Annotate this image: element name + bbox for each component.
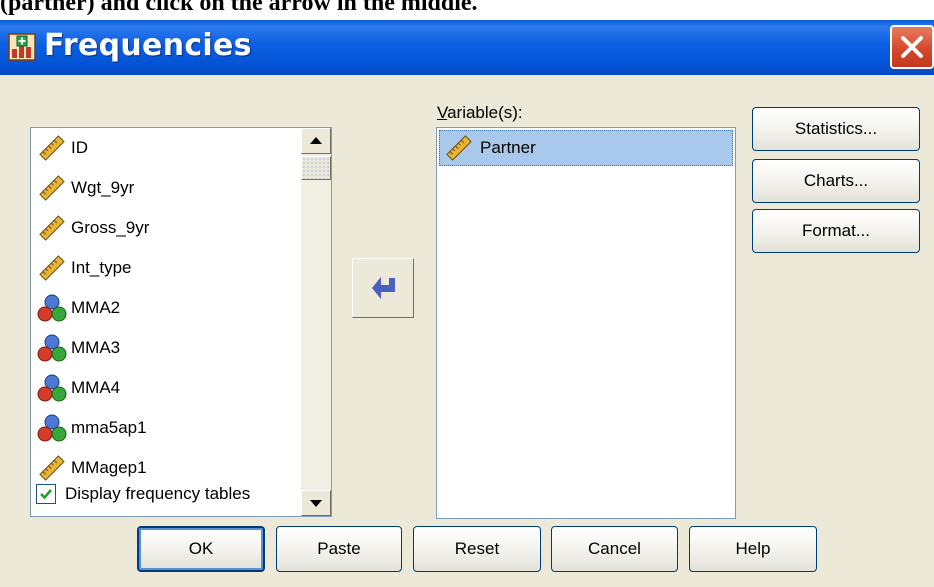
scale-ruler-icon [39, 215, 65, 241]
scale-ruler-icon [446, 135, 472, 161]
charts-button-label: Charts... [803, 171, 869, 190]
vertical-scrollbar[interactable] [301, 128, 331, 516]
nominal-balls-icon [37, 294, 67, 322]
dialog-body: ID Wgt_9yr Gross_9yr Int_type MMA2 MMA3 MMA4 mm… [0, 75, 934, 587]
reset-button[interactable]: Reset [413, 526, 541, 572]
target-variable-list[interactable]: Partner [436, 127, 736, 519]
format-button-label: Format... [801, 221, 870, 240]
list-item[interactable]: Wgt_9yr [31, 168, 301, 208]
list-item[interactable]: Int_type [31, 248, 301, 288]
target-item-label: Partner [480, 138, 536, 157]
list-item[interactable]: ID [31, 128, 301, 168]
list-item-label: Wgt_9yr [71, 178, 135, 197]
context-text-strip: (partner) and click on the arrow in the … [0, 0, 934, 20]
close-button[interactable] [890, 25, 934, 69]
arrow-left-icon [372, 277, 395, 299]
nominal-balls-icon [37, 374, 67, 402]
help-button[interactable]: Help [689, 526, 817, 572]
checkbox-label: Display frequency tables [65, 484, 251, 503]
ok-button[interactable]: OK [137, 526, 265, 572]
statistics-button-label: Statistics... [794, 119, 878, 138]
scale-ruler-icon [39, 135, 65, 161]
frequencies-app-icon [8, 33, 36, 61]
help-button-label: Help [735, 539, 771, 558]
list-item[interactable]: mma5ap1 [31, 408, 301, 448]
scale-ruler-icon [39, 175, 65, 201]
move-variable-button[interactable] [352, 258, 414, 318]
variables-label-text: ariable(s): [447, 103, 523, 122]
variables-label: Variable(s): [437, 103, 523, 123]
nominal-balls-icon [37, 414, 67, 442]
scroll-down-icon [310, 500, 322, 507]
charts-button[interactable]: Charts... [752, 159, 920, 203]
scroll-down-button[interactable] [301, 490, 331, 516]
close-icon [901, 36, 923, 58]
format-button[interactable]: Format... [752, 209, 920, 253]
scroll-thumb[interactable] [301, 156, 331, 180]
list-item-label: MMA3 [71, 338, 121, 357]
cancel-button-label: Cancel [588, 539, 641, 558]
scale-ruler-icon [39, 255, 65, 281]
window-title: Frequencies [44, 28, 252, 63]
target-list-item[interactable]: Partner [439, 130, 733, 166]
scroll-up-button[interactable] [301, 128, 331, 154]
checkmark-icon [40, 489, 52, 500]
display-frequency-tables-option[interactable]: Display frequency tables [36, 480, 250, 508]
scale-ruler-icon [39, 455, 65, 481]
statistics-button[interactable]: Statistics... [752, 107, 920, 151]
list-item-label: mma5ap1 [71, 418, 147, 437]
scroll-up-icon [310, 137, 322, 144]
context-text: (partner) and click on the arrow in the … [0, 0, 478, 16]
reset-button-label: Reset [454, 539, 500, 558]
variables-label-mnemonic: V [437, 103, 448, 122]
list-item-label: MMA4 [71, 378, 121, 397]
list-item-label: MMagep1 [71, 458, 147, 477]
source-variable-list[interactable]: ID Wgt_9yr Gross_9yr Int_type MMA2 MMA3 MMA4 mm… [30, 127, 332, 517]
paste-button-label: Paste [317, 539, 361, 558]
display-frequency-tables-checkbox[interactable] [36, 484, 56, 504]
title-bar[interactable]: Frequencies [0, 20, 934, 75]
paste-button[interactable]: Paste [276, 526, 402, 572]
list-item[interactable]: MMA4 [31, 368, 301, 408]
list-item-label: Gross_9yr [71, 218, 150, 237]
list-item[interactable]: MMA3 [31, 328, 301, 368]
list-item-label: ID [71, 138, 88, 157]
list-item[interactable]: MMA2 [31, 288, 301, 328]
ok-button-label: OK [188, 539, 214, 558]
list-item[interactable]: Gross_9yr [31, 208, 301, 248]
cancel-button[interactable]: Cancel [551, 526, 678, 572]
nominal-balls-icon [37, 334, 67, 362]
list-item-label: Int_type [71, 258, 132, 277]
list-item-label: MMA2 [71, 298, 121, 317]
source-list-items: ID Wgt_9yr Gross_9yr Int_type MMA2 MMA3 MMA4 mm… [31, 128, 301, 488]
